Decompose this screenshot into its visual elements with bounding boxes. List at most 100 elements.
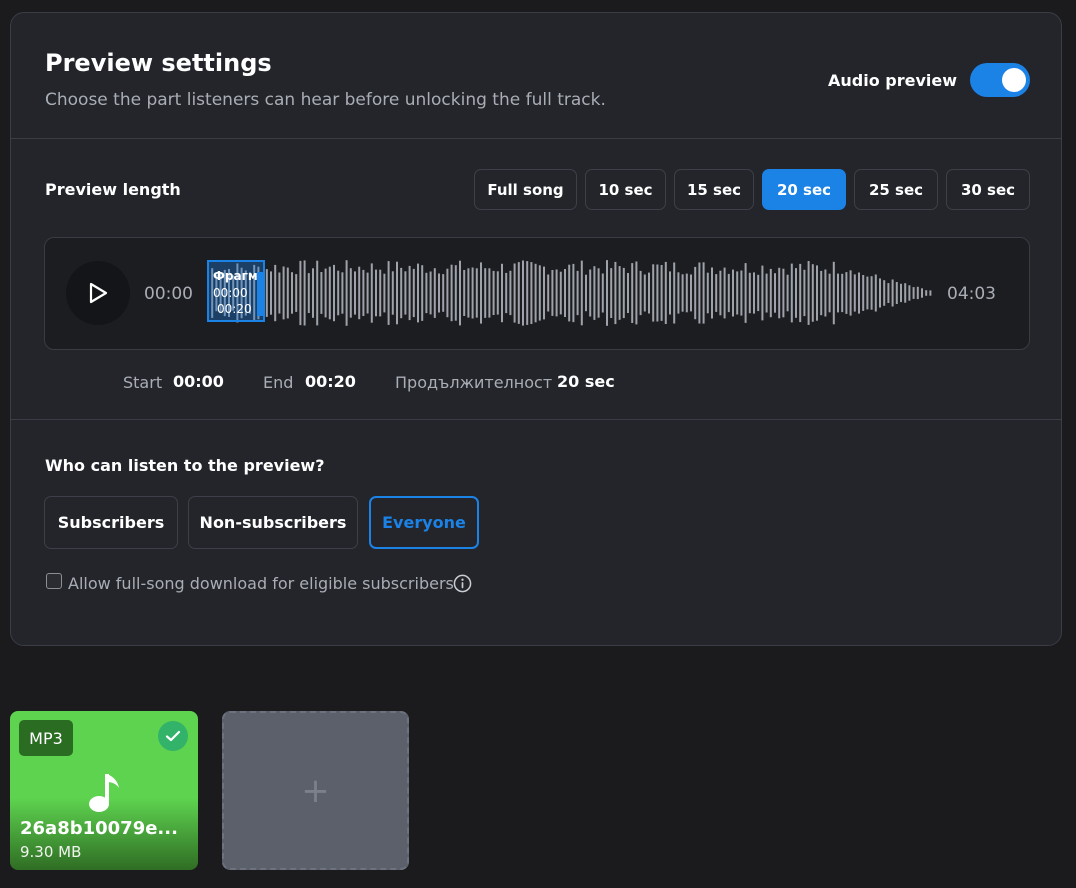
waveform-bar <box>547 274 550 312</box>
waveform-bar <box>509 270 512 316</box>
waveform-bar <box>681 274 684 312</box>
waveform-bar <box>425 272 428 314</box>
length-option-25-sec[interactable]: 25 sec <box>854 169 938 210</box>
waveform-bar <box>391 271 394 315</box>
audio-preview-toggle[interactable] <box>970 63 1030 97</box>
selection-resize-handle[interactable] <box>257 272 265 316</box>
waveform-bar <box>375 269 377 317</box>
waveform-bar <box>614 261 617 325</box>
waveform-bar <box>454 265 457 321</box>
waveform-bar <box>585 274 587 312</box>
selection-label: Фрагмент <box>213 269 259 283</box>
waveform-bar <box>866 276 869 310</box>
length-option-15-sec[interactable]: 15 sec <box>674 169 754 210</box>
check-icon <box>158 721 188 751</box>
waveform-bar <box>484 268 487 318</box>
preview-selection[interactable]: Фрагмент 00:00 00:20 <box>207 260 265 322</box>
waveform-bar <box>622 267 625 319</box>
divider <box>11 138 1061 139</box>
waveform-bar <box>727 273 730 313</box>
uploaded-file-card[interactable]: MP3 26a8b10079e... 9.30 MB <box>10 711 198 870</box>
waveform-bar <box>312 268 314 318</box>
waveform-bar <box>408 265 411 321</box>
waveform-bar <box>568 264 571 322</box>
waveform-bar <box>883 280 886 306</box>
waveform-bar <box>685 273 688 313</box>
length-option-full-song[interactable]: Full song <box>474 169 577 210</box>
waveform-bar <box>656 264 659 322</box>
selection-start: 00:00 <box>213 286 248 300</box>
length-option-20-sec[interactable]: 20 sec <box>762 169 846 210</box>
waveform-bar <box>795 268 797 318</box>
audience-option-everyone[interactable]: Everyone <box>369 496 479 549</box>
waveform-bar <box>803 269 806 317</box>
waveform-bar <box>438 273 440 313</box>
waveform-bar <box>837 273 839 313</box>
waveform-bar <box>660 265 663 321</box>
waveform-bar <box>496 271 499 315</box>
waveform-bar <box>677 272 680 314</box>
waveform-bar <box>900 283 902 303</box>
audience-option-non-subscribers[interactable]: Non-subscribers <box>188 496 358 549</box>
waveform-bar <box>879 278 881 308</box>
waveform-bar <box>816 265 818 321</box>
waveform-bar <box>736 271 739 315</box>
waveform-bar <box>400 267 403 319</box>
waveform-bar <box>904 283 907 303</box>
start-label: Start <box>123 373 163 392</box>
music-note-icon <box>89 774 119 812</box>
waveform-bar <box>895 282 898 304</box>
waveform-bar <box>711 267 713 319</box>
waveform-bar <box>673 262 676 324</box>
add-file-button[interactable]: + <box>222 711 409 870</box>
waveform-bar <box>702 262 705 324</box>
waveform-bar <box>278 272 281 314</box>
waveform-bar <box>576 270 579 316</box>
waveform-bar <box>811 264 814 322</box>
preview-settings-panel: Preview settings Choose the part listene… <box>10 12 1062 646</box>
waveform-bar <box>799 263 802 323</box>
waveform-bar <box>694 266 697 320</box>
waveform-bar <box>379 269 382 317</box>
waveform-bar <box>858 272 860 314</box>
waveform-bar <box>459 260 461 326</box>
waveform-bar <box>744 263 747 323</box>
waveform-bar <box>769 268 772 318</box>
waveform-bar <box>853 274 856 312</box>
play-button[interactable] <box>66 261 130 325</box>
waveform-bar <box>522 260 524 326</box>
waveform-bar <box>492 270 495 315</box>
audience-option-subscribers[interactable]: Subscribers <box>44 496 178 549</box>
plus-icon: + <box>301 770 330 811</box>
waveform-bar <box>328 266 331 320</box>
waveform-bar <box>442 274 445 312</box>
file-name: 26a8b10079e... <box>20 818 178 839</box>
waveform-bar <box>564 269 566 317</box>
waveform-bar <box>648 272 650 314</box>
waveform-bar <box>337 270 340 316</box>
waveform[interactable] <box>207 258 937 328</box>
waveform-bar <box>669 271 671 315</box>
waveform-bar <box>921 288 923 298</box>
waveform-bar <box>446 268 449 318</box>
file-type-badge: MP3 <box>19 720 73 756</box>
waveform-bar <box>534 263 537 323</box>
waveform-bar <box>463 270 466 316</box>
waveform-bar <box>782 268 785 318</box>
waveform-bar <box>358 266 361 320</box>
waveform-bar <box>887 283 890 303</box>
waveform-bar <box>265 269 268 317</box>
preview-length-label: Preview length <box>45 180 181 199</box>
length-option-30-sec[interactable]: 30 sec <box>946 169 1030 210</box>
info-icon[interactable] <box>453 574 472 593</box>
waveform-bar <box>601 273 604 313</box>
waveform-bar <box>450 264 453 322</box>
waveform-bar <box>475 268 478 318</box>
waveform-bar <box>652 264 655 322</box>
full-download-checkbox[interactable] <box>46 573 62 589</box>
waveform-bar <box>274 264 277 322</box>
waveform-bar <box>774 273 776 313</box>
length-option-10-sec[interactable]: 10 sec <box>585 169 666 210</box>
waveform-bar <box>282 266 285 320</box>
waveform-bar <box>383 273 386 313</box>
